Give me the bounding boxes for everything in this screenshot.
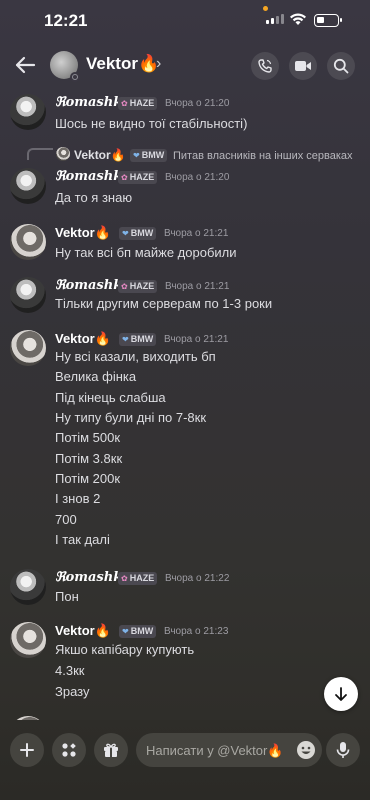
message-text: Да то я знаю [55,190,133,205]
reply-connector [27,148,53,160]
jump-to-latest-button[interactable] [324,677,358,711]
voice-call-button[interactable] [251,52,279,80]
message-text: Ну типу були дні по 7-8кк [55,410,207,425]
voice-message-button[interactable] [326,733,360,767]
status-time: 12:21 [44,11,88,30]
heart-icon: ❤ [122,229,129,238]
avatar[interactable] [10,569,46,605]
author-name[interactable]: Vektor🔥 [55,331,111,347]
arrow-down-icon [335,687,347,701]
chevron-right-icon[interactable]: › [156,55,161,73]
reply-guild-tag: ❤ BMW [130,149,168,162]
message-text: Під кінець слабша [55,390,166,405]
message-timestamp: Вчора о 21:20 [165,172,230,183]
privacy-indicator-dot [263,6,268,11]
battery-icon [314,14,342,27]
plus-icon [20,743,34,757]
message-timestamp: Вчора о 21:21 [164,228,229,239]
reply-author[interactable]: Vektor🔥 [74,148,126,162]
avatar[interactable] [10,94,46,130]
apps-icon [62,743,76,757]
bow-icon: ✿ [121,574,128,583]
message-text: Тільки другим серверам по 1-3 роки [55,296,273,311]
message-text: Якшо капібару купують [55,642,195,657]
message-input-container[interactable] [136,733,322,767]
author-name[interactable]: Vektor🔥 [55,225,111,241]
avatar[interactable] [10,622,46,658]
search-icon [333,58,349,74]
message-timestamp: Вчора о 21:20 [165,98,230,109]
message-text: І так далі [55,532,110,547]
cellular-signal-icon [266,14,284,24]
message-text: 4.3кк [55,663,85,678]
bow-icon: ✿ [121,173,128,182]
wifi-icon [290,13,306,25]
status-bar: 12:21 [0,0,370,42]
guild-tag[interactable]: ✿ HAZE [118,280,158,293]
heart-icon: ❤ [122,627,129,636]
message-text: І знов 2 [55,491,101,506]
emoji-icon[interactable] [296,740,316,760]
avatar[interactable] [10,330,46,366]
message-composer [0,720,370,800]
message-text: Ну так всі бп майже доробили [55,245,237,260]
message-text: Шось не видно тої стабільності) [55,116,248,131]
message-timestamp: Вчора о 21:21 [164,334,229,345]
apps-button[interactable] [52,733,86,767]
message-text: Потім 3.8кк [55,451,123,466]
search-button[interactable] [327,52,355,80]
message-text: Пон [55,589,79,604]
message-text: Велика фінка [55,369,137,384]
gift-button[interactable] [94,733,128,767]
bow-icon: ✿ [121,99,128,108]
message-timestamp: Вчора о 21:23 [164,626,229,637]
microphone-icon [336,742,350,758]
avatar[interactable] [10,277,46,313]
author-name[interactable]: Vektor🔥 [55,623,111,639]
reply-avatar [56,147,70,161]
heart-icon: ❤ [122,335,129,344]
dm-title[interactable]: Vektor🔥 [86,54,159,74]
avatar[interactable] [10,224,46,260]
chat-header: Vektor🔥 › [0,42,370,88]
guild-tag[interactable]: ❤ BMW [119,227,157,240]
gift-icon [104,743,118,757]
message-timestamp: Вчора о 21:22 [165,573,230,584]
message-text: Зразу [55,684,90,699]
message-timestamp: Вчора о 21:21 [165,281,230,292]
guild-tag[interactable]: ✿ HAZE [118,171,158,184]
video-call-button[interactable] [289,52,317,80]
guild-tag[interactable]: ✿ HAZE [118,97,158,110]
bow-icon: ✿ [121,282,128,291]
phone-icon [258,59,272,73]
message-input[interactable] [146,733,296,767]
back-arrow-icon[interactable] [14,54,36,76]
message-text: Ну всі казали, виходить бп [55,349,216,364]
message-text: 700 [55,512,77,527]
avatar[interactable] [10,168,46,204]
guild-tag[interactable]: ❤ BMW [119,333,157,346]
guild-tag[interactable]: ✿ HAZE [118,572,158,585]
offline-status-icon [70,72,80,82]
message-list[interactable]: ℜomashka ✿ HAZE Вчора о 21:20 Шось не вид… [0,88,370,720]
reply-preview-text[interactable]: Питав власників на інших серваках [173,150,353,162]
heart-icon: ❤ [133,151,140,160]
attach-button[interactable] [10,733,44,767]
video-camera-icon [295,61,311,71]
guild-tag[interactable]: ❤ BMW [119,625,157,638]
message-text: Потім 500к [55,430,121,445]
message-text: Потім 200к [55,471,121,486]
